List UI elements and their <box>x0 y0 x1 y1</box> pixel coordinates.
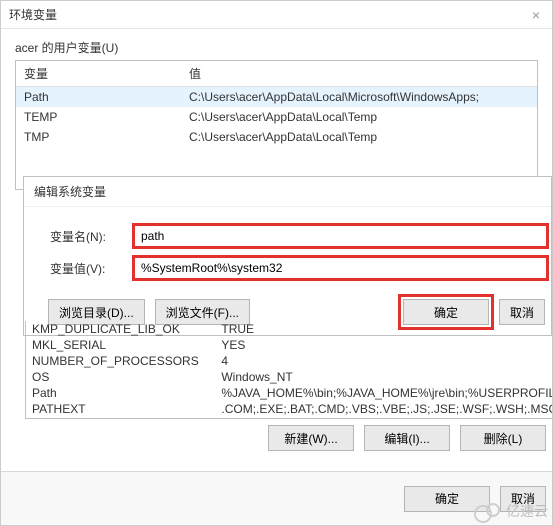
table-row[interactable]: NUMBER_OF_PROCESSORS4 <box>26 353 552 369</box>
new-button[interactable]: 新建(W)... <box>268 425 354 451</box>
table-row[interactable]: KMP_DUPLICATE_LIB_OKTRUE <box>26 321 552 337</box>
cell-val: C:\Users\acer\AppData\Local\Temp <box>181 127 537 147</box>
cell-val: C:\Users\acer\AppData\Local\Temp <box>181 107 537 127</box>
col-header-val[interactable]: 值 <box>181 61 537 87</box>
var-name-label: 变量名(N): <box>24 228 134 245</box>
col-header-var[interactable]: 变量 <box>16 61 181 87</box>
sys-vars-button-row: 新建(W)... 编辑(I)... 删除(L) <box>25 425 552 451</box>
table-row[interactable]: TMP C:\Users\acer\AppData\Local\Temp <box>16 127 537 147</box>
ok-button[interactable]: 确定 <box>404 486 490 512</box>
delete-button[interactable]: 删除(L) <box>460 425 546 451</box>
table-row[interactable]: MKL_SERIALYES <box>26 337 552 353</box>
titlebar: 环境变量 × <box>1 1 552 29</box>
table-row[interactable]: Path C:\Users\acer\AppData\Local\Microso… <box>16 87 537 108</box>
table-row[interactable]: Path%JAVA_HOME%\bin;%JAVA_HOME%\jre\bin;… <box>26 385 552 401</box>
cell-var: Path <box>16 87 181 108</box>
cell-var: TEMP <box>16 107 181 127</box>
table-row[interactable]: TEMP C:\Users\acer\AppData\Local\Temp <box>16 107 537 127</box>
cancel-button[interactable]: 取消 <box>500 486 546 512</box>
var-value-label: 变量值(V): <box>24 260 134 277</box>
close-icon[interactable]: × <box>528 7 544 23</box>
edit-button[interactable]: 编辑(I)... <box>364 425 450 451</box>
table-row[interactable]: OSWindows_NT <box>26 369 552 385</box>
table-row[interactable]: PROCESSOR_ARCHITECTUREAMD64 <box>26 417 552 419</box>
sys-vars-table[interactable]: KMP_DUPLICATE_LIB_OKTRUE MKL_SERIALYES N… <box>25 321 552 419</box>
window-title: 环境变量 <box>9 6 57 23</box>
cell-var: TMP <box>16 127 181 147</box>
table-row[interactable]: PATHEXT.COM;.EXE;.BAT;.CMD;.VBS;.VBE;.JS… <box>26 401 552 417</box>
cell-val: C:\Users\acer\AppData\Local\Microsoft\Wi… <box>181 87 537 108</box>
edit-sys-var-dialog: 编辑系统变量 变量名(N): 变量值(V): 浏览目录(D)... 浏览文件(F… <box>23 176 552 336</box>
user-vars-label: acer 的用户变量(U) <box>15 39 540 56</box>
user-vars-table[interactable]: 变量 值 Path C:\Users\acer\AppData\Local\Mi… <box>15 60 538 190</box>
env-vars-dialog: 环境变量 × acer 的用户变量(U) 变量 值 Path C:\Users\… <box>0 0 553 526</box>
var-name-input[interactable] <box>134 225 547 247</box>
edit-dialog-title: 编辑系统变量 <box>24 177 551 207</box>
dialog-footer: 确定 取消 <box>1 471 552 525</box>
var-value-input[interactable] <box>134 257 547 279</box>
